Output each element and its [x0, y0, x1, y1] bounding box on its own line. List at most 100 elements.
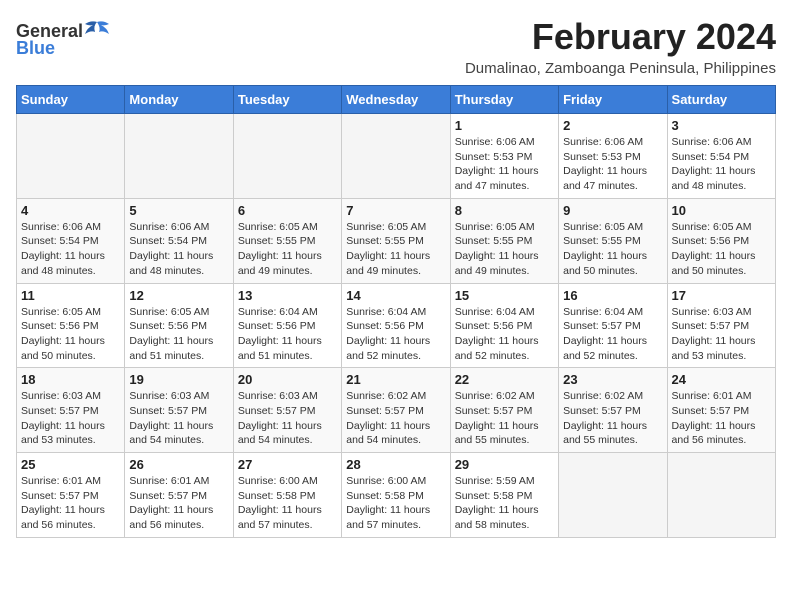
calendar-cell: 15Sunrise: 6:04 AM Sunset: 5:56 PM Dayli… [450, 283, 558, 368]
calendar-cell [125, 114, 233, 199]
calendar-cell: 14 Sunrise: 6:04 AM Sunset: 5:56 PM Dayli… [342, 283, 450, 368]
day-detail: Sunrise: 6:05 AM Sunset: 5:55 PM Dayligh… [238, 220, 337, 279]
calendar-cell: 13Sunrise: 6:04 AM Sunset: 5:56 PM Dayli… [233, 283, 341, 368]
day-detail: Sunrise: 6:06 AM Sunset: 5:53 PM Dayligh… [455, 135, 554, 194]
calendar-week-row: 18 Sunrise: 6:03 AM Sunset: 5:57 PM Dayli… [17, 368, 776, 453]
day-detail: Sunrise: 6:05 AM Sunset: 5:56 PM Dayligh… [672, 220, 771, 279]
day-number: 20 [238, 372, 337, 387]
calendar-week-row: 1 Sunrise: 6:06 AM Sunset: 5:53 PM Daylig… [17, 114, 776, 199]
day-number: 25 [21, 457, 120, 472]
calendar-cell: 25Sunrise: 6:01 AM Sunset: 5:57 PM Dayli… [17, 453, 125, 538]
logo-blue-text: Blue [16, 38, 55, 59]
page-header: General Blue February 2024 Dumalinao, Za… [16, 16, 776, 77]
calendar-cell [667, 453, 775, 538]
day-number: 4 [21, 203, 120, 218]
calendar-cell [17, 114, 125, 199]
calendar-cell: 19Sunrise: 6:03 AM Sunset: 5:57 PM Dayli… [125, 368, 233, 453]
day-number: 14 [346, 288, 445, 303]
calendar-week-row: 25 Sunrise: 6:01 AM Sunset: 5:57 PM Dayli… [17, 453, 776, 538]
day-detail: Sunrise: 6:06 AM Sunset: 5:53 PM Dayligh… [563, 135, 662, 194]
calendar-cell: 24 Sunrise: 6:01 AM Sunset: 5:57 PM Dayli… [667, 368, 775, 453]
day-number: 16 [563, 288, 662, 303]
day-number: 3 [672, 118, 771, 133]
day-detail: Sunrise: 6:04 AM Sunset: 5:56 PM Dayligh… [346, 305, 445, 364]
day-number: 11 [21, 288, 120, 303]
calendar-cell: 7 Sunrise: 6:05 AM Sunset: 5:55 PM Daylig… [342, 198, 450, 283]
day-detail: Sunrise: 6:05 AM Sunset: 5:55 PM Dayligh… [563, 220, 662, 279]
day-detail: Sunrise: 6:05 AM Sunset: 5:55 PM Dayligh… [455, 220, 554, 279]
calendar-cell: 6 Sunrise: 6:05 AM Sunset: 5:55 PM Daylig… [233, 198, 341, 283]
calendar-cell: 27Sunrise: 6:00 AM Sunset: 5:58 PM Dayli… [233, 453, 341, 538]
column-header-saturday: Saturday [667, 86, 775, 114]
day-number: 26 [129, 457, 228, 472]
calendar-cell: 3 Sunrise: 6:06 AM Sunset: 5:54 PM Daylig… [667, 114, 775, 199]
day-number: 6 [238, 203, 337, 218]
calendar-cell: 12 Sunrise: 6:05 AM Sunset: 5:56 PM Dayli… [125, 283, 233, 368]
calendar-cell [233, 114, 341, 199]
calendar-cell [342, 114, 450, 199]
day-detail: Sunrise: 6:01 AM Sunset: 5:57 PM Dayligh… [672, 389, 771, 448]
day-number: 28 [346, 457, 445, 472]
calendar-cell: 11 Sunrise: 6:05 AM Sunset: 5:56 PM Dayli… [17, 283, 125, 368]
page-title: February 2024 [465, 16, 776, 58]
calendar-cell: 29Sunrise: 5:59 AM Sunset: 5:58 PM Dayli… [450, 453, 558, 538]
calendar-cell: 17 Sunrise: 6:03 AM Sunset: 5:57 PM Dayli… [667, 283, 775, 368]
title-section: February 2024 Dumalinao, Zamboanga Penin… [465, 16, 776, 77]
day-number: 15 [455, 288, 554, 303]
day-detail: Sunrise: 5:59 AM Sunset: 5:58 PM Dayligh… [455, 474, 554, 533]
day-detail: Sunrise: 6:03 AM Sunset: 5:57 PM Dayligh… [21, 389, 120, 448]
day-number: 10 [672, 203, 771, 218]
day-detail: Sunrise: 6:05 AM Sunset: 5:55 PM Dayligh… [346, 220, 445, 279]
day-detail: Sunrise: 6:03 AM Sunset: 5:57 PM Dayligh… [238, 389, 337, 448]
calendar-cell: 8 Sunrise: 6:05 AM Sunset: 5:55 PM Daylig… [450, 198, 558, 283]
day-number: 7 [346, 203, 445, 218]
calendar-week-row: 11 Sunrise: 6:05 AM Sunset: 5:56 PM Dayli… [17, 283, 776, 368]
day-number: 19 [129, 372, 228, 387]
calendar-cell: 20 Sunrise: 6:03 AM Sunset: 5:57 PM Dayli… [233, 368, 341, 453]
day-detail: Sunrise: 6:05 AM Sunset: 5:56 PM Dayligh… [129, 305, 228, 364]
calendar-header-row: SundayMondayTuesdayWednesdayThursdayFrid… [17, 86, 776, 114]
calendar-cell: 21 Sunrise: 6:02 AM Sunset: 5:57 PM Dayli… [342, 368, 450, 453]
day-number: 13 [238, 288, 337, 303]
calendar-cell: 26 Sunrise: 6:01 AM Sunset: 5:57 PM Dayli… [125, 453, 233, 538]
calendar-table: SundayMondayTuesdayWednesdayThursdayFrid… [16, 85, 776, 538]
day-number: 2 [563, 118, 662, 133]
day-detail: Sunrise: 6:02 AM Sunset: 5:57 PM Dayligh… [455, 389, 554, 448]
column-header-monday: Monday [125, 86, 233, 114]
day-detail: Sunrise: 6:01 AM Sunset: 5:57 PM Dayligh… [129, 474, 228, 533]
calendar-cell: 23 Sunrise: 6:02 AM Sunset: 5:57 PM Dayli… [559, 368, 667, 453]
column-header-friday: Friday [559, 86, 667, 114]
day-number: 18 [21, 372, 120, 387]
page-subtitle: Dumalinao, Zamboanga Peninsula, Philippi… [465, 60, 776, 77]
day-detail: Sunrise: 6:02 AM Sunset: 5:57 PM Dayligh… [346, 389, 445, 448]
day-number: 23 [563, 372, 662, 387]
day-number: 24 [672, 372, 771, 387]
day-number: 17 [672, 288, 771, 303]
day-detail: Sunrise: 6:00 AM Sunset: 5:58 PM Dayligh… [346, 474, 445, 533]
day-number: 9 [563, 203, 662, 218]
calendar-cell: 4Sunrise: 6:06 AM Sunset: 5:54 PM Daylig… [17, 198, 125, 283]
column-header-tuesday: Tuesday [233, 86, 341, 114]
day-number: 5 [129, 203, 228, 218]
day-detail: Sunrise: 6:04 AM Sunset: 5:57 PM Dayligh… [563, 305, 662, 364]
day-detail: Sunrise: 6:06 AM Sunset: 5:54 PM Dayligh… [672, 135, 771, 194]
calendar-cell: 16 Sunrise: 6:04 AM Sunset: 5:57 PM Dayli… [559, 283, 667, 368]
column-header-sunday: Sunday [17, 86, 125, 114]
day-detail: Sunrise: 6:05 AM Sunset: 5:56 PM Dayligh… [21, 305, 120, 364]
calendar-cell: 5 Sunrise: 6:06 AM Sunset: 5:54 PM Daylig… [125, 198, 233, 283]
calendar-week-row: 4 Sunrise: 6:06 AM Sunset: 5:54 PM Daylig… [17, 198, 776, 283]
logo-bird-icon [83, 20, 111, 42]
day-number: 8 [455, 203, 554, 218]
day-number: 1 [455, 118, 554, 133]
day-detail: Sunrise: 6:06 AM Sunset: 5:54 PM Dayligh… [129, 220, 228, 279]
logo: General Blue [16, 16, 111, 59]
day-number: 12 [129, 288, 228, 303]
calendar-cell: 2 Sunrise: 6:06 AM Sunset: 5:53 PM Daylig… [559, 114, 667, 199]
day-detail: Sunrise: 6:03 AM Sunset: 5:57 PM Dayligh… [672, 305, 771, 364]
calendar-cell: 28 Sunrise: 6:00 AM Sunset: 5:58 PM Dayli… [342, 453, 450, 538]
day-detail: Sunrise: 6:02 AM Sunset: 5:57 PM Dayligh… [563, 389, 662, 448]
day-number: 21 [346, 372, 445, 387]
calendar-cell: 10 Sunrise: 6:05 AM Sunset: 5:56 PM Dayli… [667, 198, 775, 283]
calendar-cell: 1 Sunrise: 6:06 AM Sunset: 5:53 PM Daylig… [450, 114, 558, 199]
day-detail: Sunrise: 6:00 AM Sunset: 5:58 PM Dayligh… [238, 474, 337, 533]
